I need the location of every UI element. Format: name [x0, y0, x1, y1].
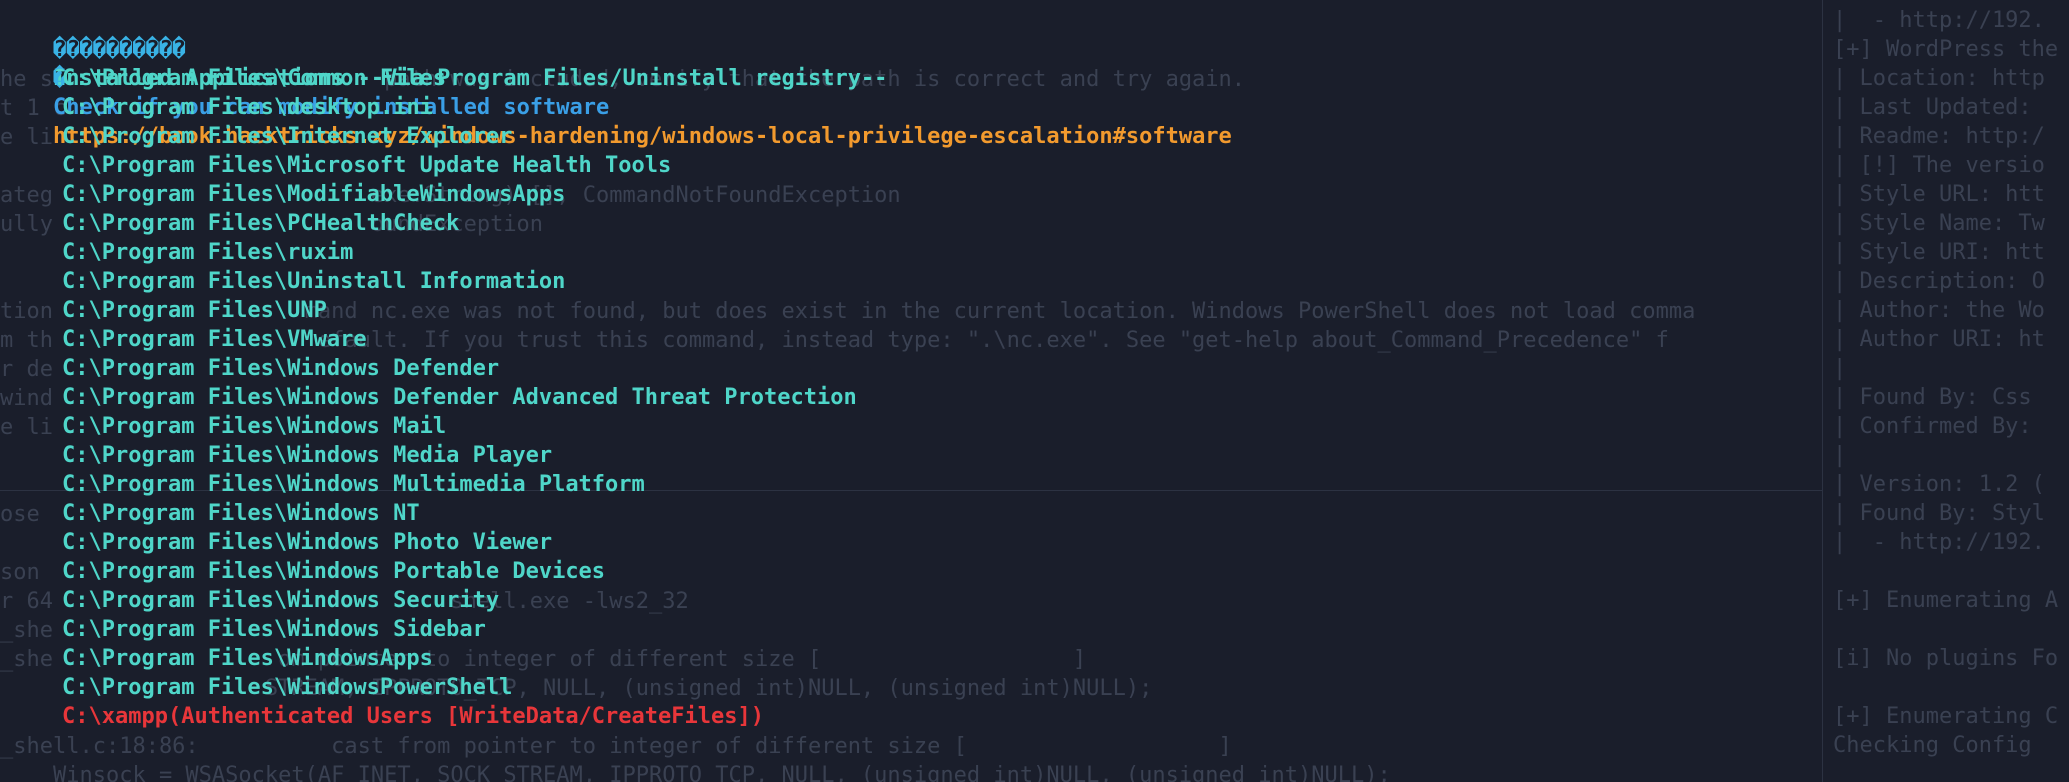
- installed-app-entry: C:\Program Files\Windows Portable Device…: [62, 559, 606, 584]
- installed-app-entry: C:\Program Files\Windows Sidebar: [62, 617, 486, 642]
- installed-app-entry: C:\Program Files\UNP: [62, 298, 327, 323]
- installed-app-entry: C:\Program Files\Uninstall Information: [62, 269, 566, 294]
- section-header: ���������� Installed Applications --Via …: [0, 6, 887, 91]
- writable-app-entry: C:\xampp(Authenticated Users [WriteData/…: [62, 704, 764, 729]
- installed-app-entry: C:\Program Files\Common Files: [62, 66, 447, 91]
- installed-app-entry: C:\Program Files\Internet Explorer: [62, 124, 513, 149]
- installed-app-entry: C:\Program Files\ModifiableWindowsApps: [62, 182, 566, 207]
- installed-app-entry: C:\Program Files\Windows Defender: [62, 356, 500, 381]
- installed-app-entry: C:\Program Files\Windows Defender Advanc…: [62, 385, 857, 410]
- installed-app-entry: C:\Program Files\ruxim: [62, 240, 354, 265]
- terminal-output: ���������� Installed Applications --Via …: [0, 0, 2069, 782]
- installed-app-entry: C:\Program Files\Windows Photo Viewer: [62, 530, 553, 555]
- installed-app-entry: C:\Program Files\Windows Security: [62, 588, 500, 613]
- installed-app-entry: C:\Program Files\VMware: [62, 327, 367, 352]
- installed-app-entry: C:\Program Files\Windows Multimedia Plat…: [62, 472, 645, 497]
- installed-app-entry: C:\Program Files\PCHealthCheck: [62, 211, 460, 236]
- installed-app-entry: C:\Program Files\Windows Mail: [62, 414, 447, 439]
- installed-app-entry: C:\Program Files\Windows Media Player: [62, 443, 553, 468]
- installed-app-entry: C:\Program Files\WindowsPowerShell: [62, 675, 513, 700]
- installed-app-entry: C:\Program Files\desktop.ini: [62, 95, 433, 120]
- installed-app-entry: C:\Program Files\WindowsApps: [62, 646, 433, 671]
- installed-app-entry: C:\Program Files\Microsoft Update Health…: [62, 153, 672, 178]
- installed-app-entry: C:\Program Files\Windows NT: [62, 501, 420, 526]
- check-line: � Check if you can modify installed soft…: [0, 35, 1232, 149]
